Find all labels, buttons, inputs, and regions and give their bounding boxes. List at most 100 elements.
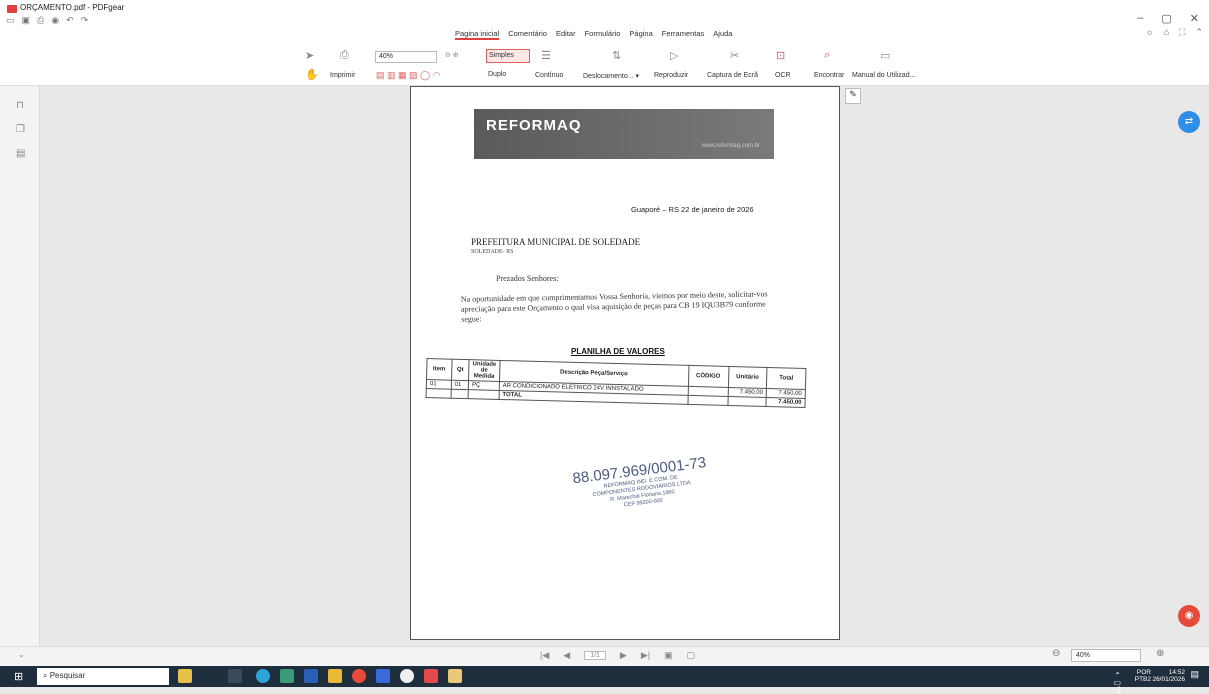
tab-comentario[interactable]: Comentário xyxy=(508,29,547,40)
recipient-city: SOLEDADE- RS xyxy=(471,249,514,255)
bookmark-icon[interactable]: ⊓ xyxy=(16,100,24,111)
notification-icon[interactable]: ▤ xyxy=(1190,670,1199,679)
language-indicator[interactable]: POR PTB2 xyxy=(1121,669,1151,683)
letterhead-banner: REFORMAQ www.reformaq.com.br xyxy=(474,109,774,159)
printer-icon[interactable]: ⎙ xyxy=(340,49,349,62)
zoom-in-icon[interactable]: ⊕ xyxy=(1156,648,1164,659)
zoom-out-icon[interactable]: ⊖ ⊕ xyxy=(445,51,459,59)
page-number-input[interactable]: 1/1 xyxy=(584,651,606,660)
tab-pagina[interactable]: Página xyxy=(629,29,652,40)
company-url: www.reformaq.com.br xyxy=(701,143,760,149)
tab-pagina-inicial[interactable]: Pagina inicial xyxy=(455,29,500,40)
table-title: PLANILHA DE VALORES xyxy=(571,347,665,356)
redo-icon[interactable]: ↷ xyxy=(81,15,89,26)
menu-tabs: Pagina inicial Comentário Editar Formulá… xyxy=(455,29,732,40)
col-header: Unitário xyxy=(727,366,768,389)
col-header: Qt xyxy=(451,359,470,381)
col-header: CÓDIGO xyxy=(687,365,729,388)
top-right-tools: ☼ ⌂ ⛶ ⌃ xyxy=(1145,27,1203,38)
date: 26/01/2026 xyxy=(1152,676,1185,683)
ocr-icon[interactable]: ⊡ xyxy=(776,49,785,62)
edit-pencil-icon[interactable]: ✎ xyxy=(845,88,861,104)
find-icon[interactable]: ⌕ xyxy=(824,49,830,62)
comments-icon[interactable]: ▤ xyxy=(16,148,25,159)
collapse-icon[interactable]: ⌃ xyxy=(1195,27,1203,38)
zoom-level-field[interactable]: 40% xyxy=(1071,649,1141,662)
print-icon[interactable]: ⎙ xyxy=(37,15,44,26)
col-header: Unidade de Medida xyxy=(468,359,500,382)
find-button[interactable]: Encontrar xyxy=(814,72,844,79)
next-page-icon[interactable]: ▶ xyxy=(620,650,627,661)
close-icon[interactable]: ✕ xyxy=(1190,12,1199,25)
continuous-button[interactable]: Contínuo xyxy=(535,72,563,79)
manual-icon[interactable]: ▭ xyxy=(880,49,890,62)
fit-width-icon[interactable]: ▢ xyxy=(687,650,696,661)
minimize-icon[interactable]: – xyxy=(1137,12,1143,25)
prev-page-icon[interactable]: ◀ xyxy=(563,650,570,661)
fit-page-icon[interactable]: ▣ xyxy=(664,650,673,661)
continuous-icon[interactable]: ☰ xyxy=(541,49,551,62)
tab-ferramentas[interactable]: Ferramentas xyxy=(662,29,705,40)
assistant-icon[interactable]: ◉ xyxy=(1178,605,1200,627)
file-explorer-icon[interactable] xyxy=(328,669,342,683)
edge-icon[interactable] xyxy=(256,669,270,683)
translate-icon[interactable]: ⇄ xyxy=(1178,111,1200,133)
screenshot-button[interactable]: Captura de Ecrã xyxy=(707,72,758,79)
last-page-icon[interactable]: ▶| xyxy=(641,650,650,661)
tab-ajuda[interactable]: Ajuda xyxy=(713,29,732,40)
values-table: Item Qt Unidade de Medida Descrição Peça… xyxy=(426,358,807,408)
window-title: ORÇAMENTO.pdf - PDFgear xyxy=(20,3,125,12)
tab-formulario[interactable]: Formulário xyxy=(585,29,621,40)
word-icon[interactable] xyxy=(304,669,318,683)
single-page-button[interactable]: Simples xyxy=(486,49,530,63)
quick-access-toolbar: ▭ ▣ ⎙ ◉ ↶ ↷ xyxy=(6,15,88,26)
scissors-icon[interactable]: ✂ xyxy=(730,49,739,62)
zoom-select[interactable]: 40% xyxy=(375,51,437,63)
collapse-sidebar-icon[interactable]: ⌄ xyxy=(18,650,25,659)
theme-icon[interactable]: ☼ xyxy=(1145,27,1153,38)
pdf-page: REFORMAQ www.reformaq.com.br Guaporé – R… xyxy=(410,86,840,640)
clock-app-icon[interactable] xyxy=(400,669,414,683)
ocr-button[interactable]: OCR xyxy=(775,72,791,79)
recipient: PREFEITURA MUNICIPAL DE SOLEDADE xyxy=(471,237,641,247)
manual-button[interactable]: Manual do Utilizad... xyxy=(852,72,915,79)
dual-page-button[interactable]: Duplo xyxy=(488,71,506,78)
notes-icon[interactable] xyxy=(448,669,462,683)
left-sidebar: ⊓ ❐ ▤ xyxy=(0,86,40,656)
zoom-out-icon[interactable]: ⊖ xyxy=(1052,648,1060,659)
page-layout-icons[interactable]: ▤ ▥ ▦ ▧ ◯ ◠ xyxy=(376,70,440,81)
play-icon[interactable]: ▷ xyxy=(670,49,678,62)
total-value: 7.450,00 xyxy=(766,397,806,408)
company-logo: REFORMAQ xyxy=(486,117,582,134)
save-icon[interactable]: ▣ xyxy=(22,15,31,26)
tray-icons[interactable]: ⌃ ▭ ◁) xyxy=(1112,672,1121,694)
taskbar-search[interactable]: ⌕ Pesquisar xyxy=(37,668,169,685)
hand-tool-icon[interactable]: ✋ xyxy=(305,68,319,81)
windows-start-icon[interactable]: ⊞ xyxy=(14,670,23,683)
account-icon[interactable]: ⌂ xyxy=(1164,27,1169,38)
share-icon[interactable]: ◉ xyxy=(51,15,59,26)
body-paragraph: Na oportunidade em que cumprimentamos Vo… xyxy=(460,289,768,324)
first-page-icon[interactable]: |◀ xyxy=(540,650,549,661)
chrome-icon[interactable] xyxy=(352,669,366,683)
col-header: Total xyxy=(766,367,806,390)
open-icon[interactable]: ▭ xyxy=(6,15,15,26)
pages-icon[interactable]: ❐ xyxy=(16,124,25,135)
copilot-icon[interactable] xyxy=(178,669,192,683)
fullscreen-icon[interactable]: ⛶ xyxy=(1179,27,1185,38)
undo-icon[interactable]: ↶ xyxy=(66,15,74,26)
maximize-icon[interactable]: ▢ xyxy=(1161,12,1171,25)
tab-editar[interactable]: Editar xyxy=(556,29,576,40)
scroll-icon[interactable]: ⇅ xyxy=(612,49,621,62)
scroll-button[interactable]: Deslocamento... ▾ xyxy=(583,72,639,80)
play-button[interactable]: Reproduzir xyxy=(654,72,688,79)
cell: 01 xyxy=(450,380,469,390)
task-view-icon[interactable] xyxy=(228,669,242,683)
app-icon[interactable] xyxy=(376,669,390,683)
pdfgear-taskbar-icon[interactable] xyxy=(424,669,438,683)
print-button[interactable]: Imprimir xyxy=(330,72,355,79)
excel-icon[interactable] xyxy=(280,669,294,683)
clock[interactable]: 14:52 26/01/2026 xyxy=(1149,669,1185,683)
select-cursor-icon[interactable]: ➤ xyxy=(305,49,314,62)
greeting: Prezados Senhores: xyxy=(496,274,559,283)
